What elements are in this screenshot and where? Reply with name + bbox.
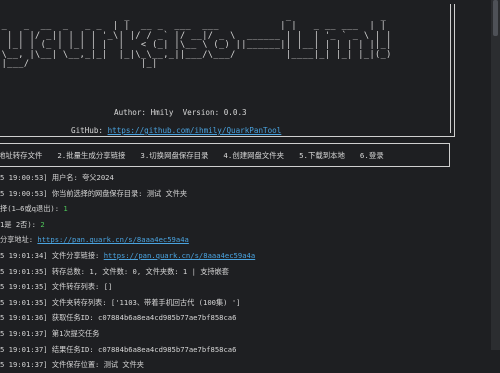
menu-item-5: 5.下载到本地 [299,150,345,160]
github-link[interactable]: https://github.com/ihmily/QuarkPanTool [108,126,282,135]
log-line: 5 19:01:37] 结果任务ID: c07884b6a8ea4cd985b7… [0,342,480,358]
share-link[interactable]: https://pan.quark.cn/s/8aaa4ec59a4a [37,235,188,244]
log-line: 5 19:00:53] 用户名: 夸父2024 [0,170,480,186]
log-line: 5 19:01:37] 第1次提交任务 [0,326,480,342]
menu-item-4: 4.创建网盘文件夹 [223,150,285,160]
log-line: 5 19:01:35] 文件转存列表: [] [0,279,480,295]
share-link[interactable]: https://pan.quark.cn/s/8aaa4ec59a4a [104,251,255,260]
scrollbar-thumb[interactable] [493,0,498,36]
log-text: 5 19:01:36] 获取任务ID: c07884b6a8ea4cd985b7… [0,313,237,323]
log-line: 5 19:01:36] 获取任务ID: c07884b6a8ea4cd985b7… [0,310,480,326]
log-line: 1是 2否): 2 [0,217,480,233]
ascii-logo: _ _ _ _ _ __ _ _ _ | | __ _ ___ ___ | | … [0,12,398,70]
menu-item-6: 6.登录 [359,150,384,160]
console-log: 5 19:00:53] 用户名: 夸父2024 5 19:00:53] 你当前选择… [0,170,480,373]
log-line: 分享地址: https://pan.quark.cn/s/8aaa4ec59a4… [0,232,480,248]
input-value: 1 [63,204,68,214]
log-text: 5 19:00:53] 用户名: 夸父2024 [0,173,114,182]
log-text: 分享地址: [0,235,38,245]
menu-item-2: 2.批量生成分享链接 [57,150,126,160]
log-line: 5 19:01:37] 文件保存位置: 测试 文件夹 [0,357,480,373]
log-text: 5 19:00:53] 你当前选择的网盘保存目录: 测试 文件夹 [0,188,188,198]
log-text: 择(1—6或q退出): [0,204,64,214]
log-text: 5 19:01:34] 文件分享链接: [0,250,104,260]
log-text: 5 19:01:37] 第1次提交任务 [0,328,100,338]
banner-box: _ _ _ _ _ __ _ _ _ | | __ _ ___ ___ | | … [0,4,455,137]
log-text: 5 19:01:35] 转存总数: 1, 文件数: 0, 文件夹数: 1 | 支… [0,266,229,276]
ascii-line: |___/ |_| [0,59,398,70]
log-line: 择(1—6或q退出): 1 [0,201,480,217]
log-line: 5 19:01:35] 转存总数: 1, 文件数: 0, 文件夹数: 1 | 支… [0,264,480,280]
log-line: 5 19:01:34] 文件分享链接: https://pan.quark.cn… [0,248,480,264]
author-version-line: Author: Hmily Version: 0.0.3 [114,108,247,117]
log-line: 5 19:00:53] 你当前选择的网盘保存目录: 测试 文件夹 [0,186,480,202]
log-text: 5 19:01:37] 文件保存位置: 测试 文件夹 [0,360,144,370]
vertical-scrollbar[interactable] [491,0,500,350]
menu-bar: 地址转存文件 2.批量生成分享链接 3.切换网盘保存目录 4.创建网盘文件夹 5… [0,143,450,167]
log-text: 5 19:01:35] 文件夹转存列表: ['1103、带着手机回古代 (100… [0,297,241,307]
log-text: 5 19:01:37] 结果任务ID: c07884b6a8ea4cd985b7… [0,344,237,354]
github-label: GitHub: [71,126,108,135]
input-value: 2 [40,219,45,229]
log-line: 5 19:01:35] 文件夹转存列表: ['1103、带着手机回古代 (100… [0,295,480,311]
menu-item-3: 3.切换网盘保存目录 [140,150,209,160]
log-text: 5 19:01:35] 文件转存列表: [] [0,282,113,292]
log-text: 1是 2否): [0,219,41,229]
menu-item-1: 地址转存文件 [0,150,43,160]
github-line: GitHub: https://github.com/ihmily/QuarkP… [71,126,281,135]
